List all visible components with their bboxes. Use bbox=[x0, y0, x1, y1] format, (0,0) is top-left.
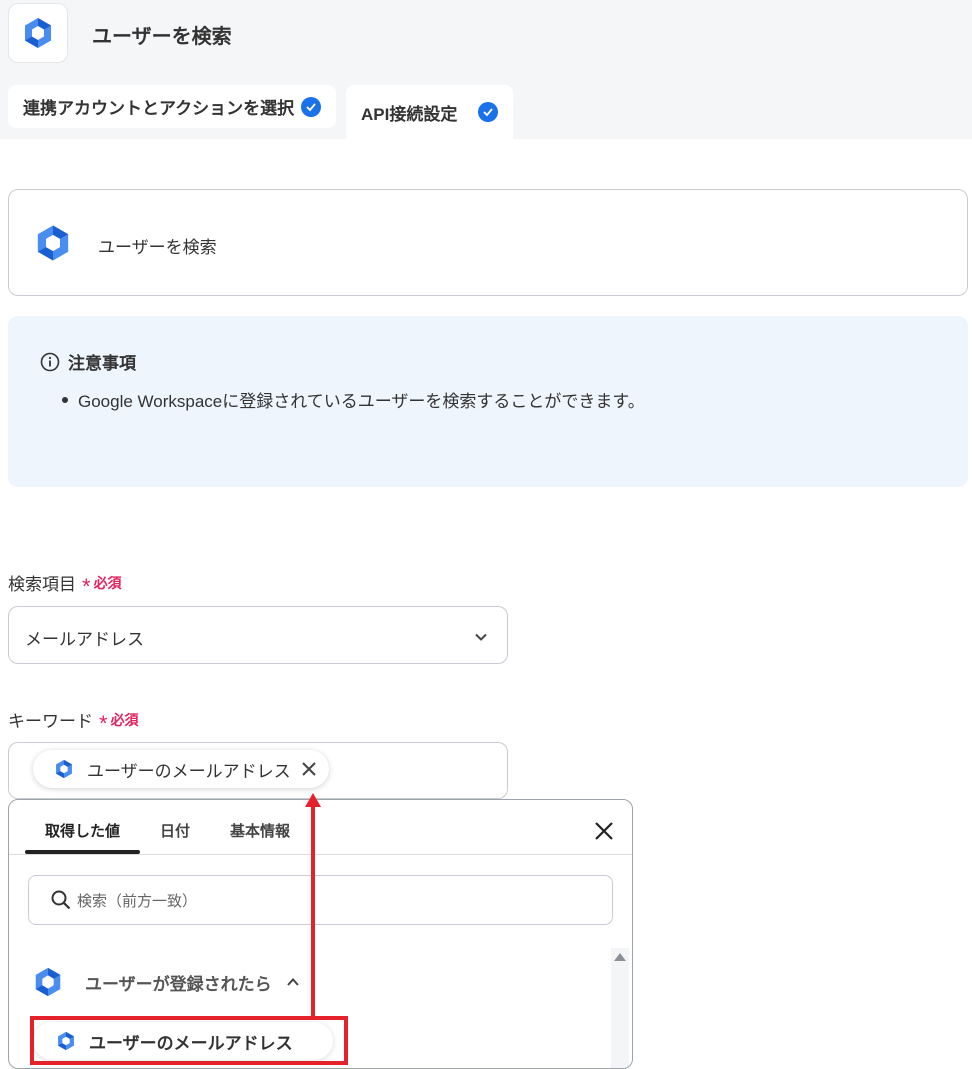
tab-account-action[interactable]: 連携アカウントとアクションを選択 bbox=[8, 85, 336, 128]
tab-label: API接続設定 bbox=[361, 104, 458, 124]
page-title: ユーザーを検索 bbox=[92, 26, 232, 48]
google-workspace-icon bbox=[53, 758, 75, 780]
chevron-down-icon bbox=[475, 633, 487, 641]
search-icon bbox=[51, 890, 71, 910]
action-card: ユーザーを検索 bbox=[8, 189, 968, 296]
notice-item-text: Google Workspaceに登録されているユーザーを検索することができます… bbox=[78, 392, 645, 411]
chip-label: ユーザーのメールアドレス bbox=[87, 761, 291, 781]
notice-title: 注意事項 bbox=[40, 349, 136, 374]
group-header-user-registered[interactable]: ユーザーが登録されたら bbox=[31, 965, 300, 999]
google-workspace-icon bbox=[25, 18, 51, 48]
group-label: ユーザーが登録されたら bbox=[85, 974, 272, 994]
required-asterisk: * bbox=[99, 710, 108, 736]
check-icon bbox=[301, 96, 321, 117]
scrollbar[interactable] bbox=[611, 948, 629, 1068]
tab-divider bbox=[9, 854, 632, 855]
required-badge: 必須 bbox=[110, 711, 139, 728]
value-search[interactable] bbox=[28, 875, 613, 925]
chevron-up-icon bbox=[286, 975, 300, 989]
keyword-label-text: キーワード bbox=[8, 712, 93, 731]
close-icon[interactable] bbox=[301, 761, 317, 777]
keyword-label: キーワード * 必須 bbox=[8, 707, 139, 736]
scroll-up-arrow-icon[interactable] bbox=[613, 952, 627, 962]
search-item-label: 検索項目 * 必須 bbox=[8, 570, 122, 599]
notice-title-text: 注意事項 bbox=[68, 354, 136, 373]
notice-item: Google Workspaceに登録されているユーザーを検索することができます… bbox=[62, 387, 645, 412]
tab-label: 連携アカウントとアクションを選択 bbox=[23, 99, 295, 118]
bullet bbox=[62, 396, 68, 403]
tab-api-settings[interactable]: API接続設定 bbox=[346, 85, 513, 139]
app-icon bbox=[8, 3, 68, 63]
google-workspace-icon bbox=[31, 965, 65, 999]
notice-box: 注意事項 Google Workspaceに登録されているユーザーを検索すること… bbox=[8, 316, 968, 487]
select-value: メールアドレス bbox=[25, 630, 144, 649]
close-icon[interactable] bbox=[594, 821, 614, 841]
annotation-arrow-head bbox=[305, 793, 321, 807]
search-item-select[interactable]: メールアドレス bbox=[8, 606, 508, 664]
tab-date[interactable]: 日付 bbox=[160, 820, 190, 841]
tab-basic-info[interactable]: 基本情報 bbox=[230, 820, 290, 841]
keyword-chip[interactable]: ユーザーのメールアドレス bbox=[33, 750, 329, 788]
info-icon bbox=[40, 352, 60, 371]
action-label: ユーザーを検索 bbox=[98, 238, 217, 257]
search-item-label-text: 検索項目 bbox=[8, 575, 76, 594]
annotation-arrow-line bbox=[311, 806, 315, 1018]
search-input[interactable] bbox=[75, 886, 599, 916]
check-icon bbox=[478, 102, 498, 122]
required-badge: 必須 bbox=[93, 574, 122, 591]
google-workspace-icon bbox=[37, 225, 69, 261]
tab-retrieved-values[interactable]: 取得した値 bbox=[45, 820, 120, 841]
annotation-highlight-box bbox=[30, 1016, 348, 1065]
required-asterisk: * bbox=[82, 573, 91, 599]
